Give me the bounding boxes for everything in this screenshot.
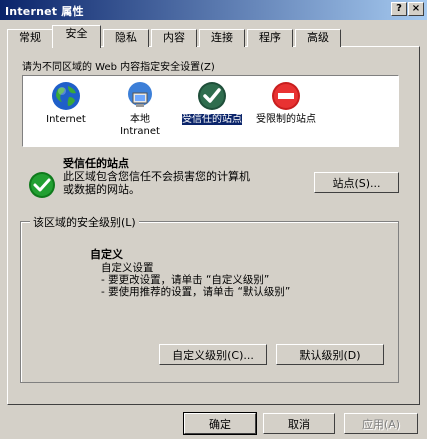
tab-strip: 常规 安全 隐私 内容 连接 程序 高级	[7, 25, 417, 48]
zone-label: 本地 Intranet	[120, 114, 160, 137]
tab-content[interactable]: 内容	[151, 29, 197, 47]
level-line: 自定义设置	[101, 262, 154, 274]
help-button[interactable]: ?	[391, 2, 407, 16]
zone-title: 受信任的站点	[63, 157, 129, 170]
zone-label-wrap: 受信任的站点	[181, 114, 243, 126]
custom-level-button[interactable]: 自定义级别(C)...	[159, 344, 267, 365]
restricted-icon	[272, 82, 300, 110]
close-button[interactable]: ×	[408, 2, 424, 16]
tab-security[interactable]: 安全	[52, 25, 101, 48]
zone-label: 受限制的站点	[256, 114, 316, 125]
zones-caption: 请为不同区域的 Web 内容指定安全设置(Z)	[22, 62, 215, 73]
zone-list[interactable]: Internet 本地 Intranet 受信任的站点 受限制的站点	[22, 75, 399, 147]
tab-connections[interactable]: 连接	[199, 29, 245, 47]
sites-button[interactable]: 站点(S)...	[314, 172, 399, 193]
level-heading: 自定义	[90, 248, 123, 261]
ok-button[interactable]: 确定	[183, 412, 257, 435]
check-icon	[29, 172, 55, 198]
zone-description: 此区域包含您信任不会损害您的计算机或数据的网站。	[63, 170, 250, 196]
intranet-computer-icon	[128, 82, 152, 107]
zone-local-intranet[interactable]: 本地 Intranet	[109, 80, 171, 138]
tab-advanced[interactable]: 高级	[295, 29, 341, 47]
level-line: - 要更改设置，请单击 “自定义级别”	[101, 274, 270, 286]
level-line: - 要使用推荐的设置，请单击 “默认级别”	[101, 286, 291, 298]
globe-icon	[52, 82, 80, 110]
zone-label: Internet	[46, 114, 86, 125]
window-title: Internet 属性	[5, 5, 84, 18]
default-level-button[interactable]: 默认级别(D)	[276, 344, 384, 365]
zone-info-icon	[28, 171, 56, 202]
zone-label: 受信任的站点	[182, 114, 242, 125]
trusted-check-icon	[198, 82, 226, 110]
level-description: 自定义设置 - 要更改设置，请单击 “自定义级别” - 要使用推荐的设置，请单击…	[101, 262, 290, 298]
tab-programs[interactable]: 程序	[247, 29, 293, 47]
cancel-button[interactable]: 取消	[263, 413, 335, 434]
zone-trusted-sites[interactable]: 受信任的站点	[181, 80, 243, 126]
zone-internet[interactable]: Internet	[35, 80, 97, 126]
zone-restricted-sites[interactable]: 受限制的站点	[255, 80, 317, 126]
tab-general[interactable]: 常规	[7, 29, 53, 47]
apply-button[interactable]: 应用(A)	[344, 413, 418, 434]
tab-privacy[interactable]: 隐私	[103, 29, 149, 47]
security-level-title: 该区域的安全级别(L)	[30, 214, 139, 230]
